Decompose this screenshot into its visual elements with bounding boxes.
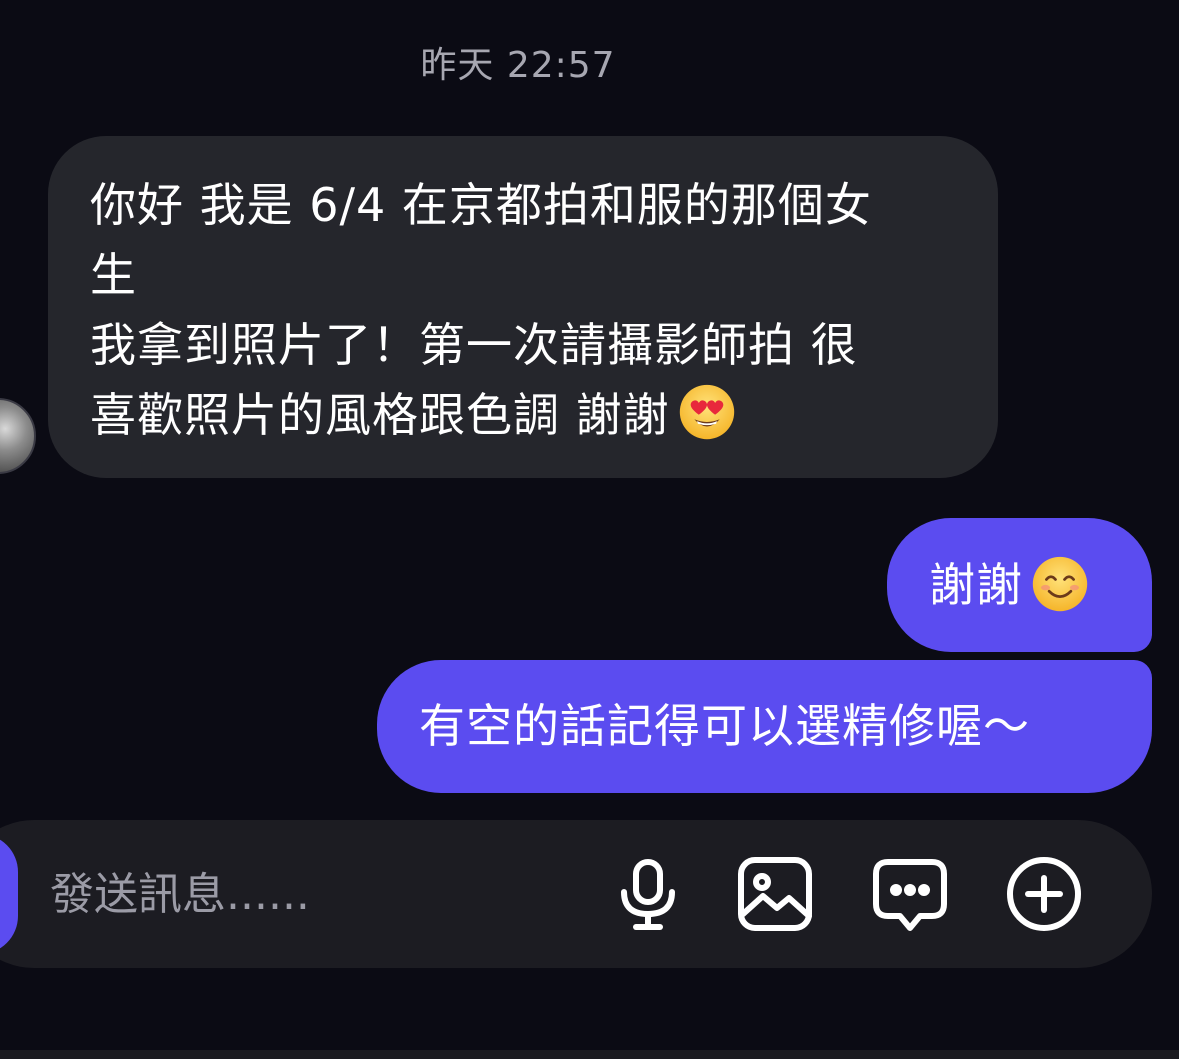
plus-circle-icon[interactable] <box>1002 852 1086 936</box>
message-timestamp: 昨天 22:57 <box>420 45 616 86</box>
outgoing-message-bubble[interactable]: 謝謝 <box>887 518 1152 652</box>
message-line: 我拿到照片了！第一次請攝影師拍 很 <box>90 318 858 372</box>
chat-bubble-icon[interactable] <box>868 852 952 936</box>
outgoing-message-bubble[interactable]: 有空的話記得可以選精修喔～ <box>377 660 1152 793</box>
heart-eyes-emoji <box>679 384 734 440</box>
message-text: 有空的話記得可以選精修喔～ <box>419 699 1030 753</box>
incoming-message-bubble[interactable]: 你好 我是 6/4 在京都拍和服的那個女 生 我拿到照片了！第一次請攝影師拍 很… <box>48 136 998 478</box>
message-line: 生 <box>90 248 137 302</box>
message-line: 你好 我是 6/4 在京都拍和服的那個女 <box>90 178 872 232</box>
avatar[interactable] <box>0 398 36 474</box>
microphone-icon[interactable] <box>606 852 690 936</box>
message-line-text: 喜歡照片的風格跟色調 謝謝 <box>90 388 670 442</box>
message-text: 謝謝 <box>929 558 1023 612</box>
smiling-emoji <box>1032 556 1088 612</box>
message-line-last: 喜歡照片的風格跟色調 謝謝 <box>90 380 958 450</box>
image-icon[interactable] <box>733 852 817 936</box>
chat-screen: 昨天 22:57 你好 我是 6/4 在京都拍和服的那個女 生 我拿到照片了！第… <box>0 0 1179 1059</box>
bottom-divider <box>0 1050 1179 1059</box>
message-input[interactable] <box>50 858 570 930</box>
